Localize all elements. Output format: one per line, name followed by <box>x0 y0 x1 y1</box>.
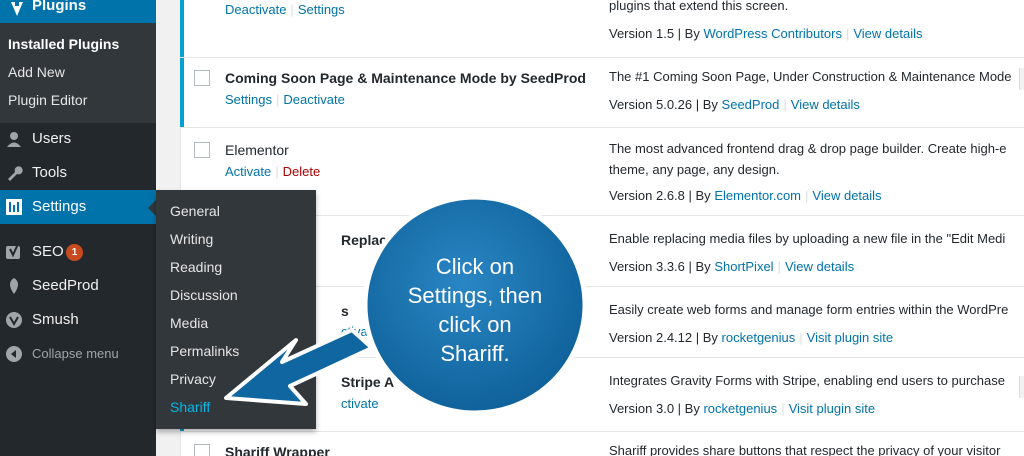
flyout-item-discussion[interactable]: Discussion <box>170 287 238 303</box>
plugin-actions: ctivate <box>341 396 379 411</box>
plugin-meta: Version 2.4.12 | By rocketgenius | Visit p… <box>609 330 894 345</box>
plugin-meta: Version 2.6.8 | By Elementor.com | View de… <box>609 188 882 203</box>
plugin-name: Replace <box>341 232 395 248</box>
plugin-meta: Version 1.5 | By WordPress Contributors |… <box>609 26 923 41</box>
admin-sidebar: Plugins Installed Plugins Add New Plugin… <box>0 0 156 456</box>
view-details-link[interactable]: View details <box>853 26 922 41</box>
author-link[interactable]: ShortPixel <box>714 259 773 274</box>
plugin-name: s <box>341 303 349 319</box>
view-details-link[interactable]: View details <box>785 259 854 274</box>
wrench-icon <box>8 166 23 181</box>
plugin-description: plugins that extend this screen. <box>609 0 789 13</box>
plugins-icon <box>11 2 23 16</box>
collapse-arrow-icon <box>6 346 22 362</box>
plugin-checkbox[interactable] <box>194 444 210 456</box>
settings-link[interactable]: Settings <box>225 92 272 107</box>
menu-smush-label: Smush <box>32 311 79 328</box>
menu-seedprod[interactable]: SeedProd <box>0 269 156 303</box>
plugin-description: Shariff provides share buttons that resp… <box>609 443 1001 456</box>
seedprod-leaf-icon <box>10 278 18 294</box>
plugin-actions: ctivate <box>341 324 379 339</box>
author-link[interactable]: WordPress Contributors <box>703 26 841 41</box>
plugin-row: Deactivate | Settings plugins that extend … <box>180 0 1024 58</box>
menu-settings[interactable]: Settings <box>0 190 156 224</box>
flyout-item-writing[interactable]: Writing <box>170 231 213 247</box>
author-link[interactable]: Elementor.com <box>714 188 801 203</box>
flyout-item-media[interactable]: Media <box>170 315 208 331</box>
yoast-icon <box>6 243 20 259</box>
collapse-menu-button[interactable]: Collapse menu <box>0 337 156 371</box>
delete-link[interactable]: Delete <box>283 164 321 179</box>
menu-settings-label: Settings <box>32 198 87 215</box>
flyout-item-reading[interactable]: Reading <box>170 259 222 275</box>
plugin-description-line2: theme, any page, any design. <box>609 162 780 177</box>
collapse-menu-label: Collapse menu <box>32 346 119 361</box>
menu-users[interactable]: Users <box>0 122 156 156</box>
smush-icon <box>6 312 22 328</box>
settings-link[interactable]: Settings <box>298 2 345 17</box>
plugin-description: Integrates Gravity Forms with Stripe, en… <box>609 373 1005 388</box>
view-details-link[interactable]: View details <box>791 97 860 112</box>
visit-plugin-site-link[interactable]: Visit plugin site <box>807 330 893 345</box>
plugin-description: Enable replacing media files by uploadin… <box>609 231 1006 246</box>
menu-seo[interactable]: SEO 1 <box>0 235 156 269</box>
deactivate-link[interactable]: ctivate <box>341 396 379 411</box>
plugin-row: Coming Soon Page & Maintenance Mode by S… <box>180 58 1024 128</box>
flyout-item-general[interactable]: General <box>170 203 220 219</box>
plugin-meta: Version 3.0 | By rocketgenius | Visit plug… <box>609 401 876 416</box>
author-link[interactable]: rocketgenius <box>703 401 777 416</box>
view-details-link[interactable]: View details <box>812 188 881 203</box>
plugin-name: Coming Soon Page & Maintenance Mode by S… <box>225 70 586 86</box>
menu-smush[interactable]: Smush <box>0 303 156 337</box>
deactivate-link[interactable]: Deactivate <box>225 2 286 17</box>
plugin-description: The #1 Coming Soon Page, Under Construct… <box>609 69 1012 84</box>
plugin-name: Stripe A <box>341 374 395 390</box>
submenu-add-new[interactable]: Add New <box>8 64 65 80</box>
flyout-pointer <box>148 200 156 216</box>
settings-sliders-icon <box>6 199 22 215</box>
menu-plugins[interactable]: Plugins <box>0 0 156 23</box>
menu-plugins-label: Plugins <box>32 0 87 14</box>
menu-seo-label: SEO <box>32 243 64 260</box>
submenu-installed-plugins[interactable]: Installed Plugins <box>8 36 119 52</box>
flyout-item-permalinks[interactable]: Permalinks <box>170 343 239 359</box>
plugin-description: Easily create web forms and manage form … <box>609 302 1009 317</box>
menu-seedprod-label: SeedProd <box>32 277 99 294</box>
plugin-actions: Activate | Delete <box>225 164 321 179</box>
activate-link[interactable]: Activate <box>225 164 271 179</box>
plugin-checkbox[interactable] <box>194 70 210 86</box>
plugin-description: The most advanced frontend drag & drop p… <box>609 141 1007 156</box>
settings-flyout-menu: General Writing Reading Discussion Media… <box>156 190 316 429</box>
plugin-meta: Version 5.0.26 | By SeedProd | View detail… <box>609 97 860 112</box>
flyout-item-privacy[interactable]: Privacy <box>170 371 216 387</box>
menu-tools-label: Tools <box>32 164 68 181</box>
plugin-checkbox[interactable] <box>194 142 210 158</box>
users-icon <box>7 132 21 147</box>
author-link[interactable]: SeedProd <box>722 97 780 112</box>
plugin-name: Shariff Wrapper <box>225 444 330 456</box>
flyout-item-shariff[interactable]: Shariff <box>170 399 210 415</box>
menu-users-label: Users <box>32 130 72 147</box>
plugin-actions: Settings | Deactivate <box>225 92 345 107</box>
seo-notification-badge: 1 <box>66 244 83 261</box>
menu-tools[interactable]: Tools <box>0 156 156 190</box>
author-link[interactable]: rocketgenius <box>722 330 796 345</box>
plugin-row: Shariff Wrapper Shariff provides share b… <box>181 432 1024 456</box>
plugin-actions: Deactivate | Settings <box>225 2 345 17</box>
overflow-indicator <box>1019 376 1024 398</box>
overflow-indicator <box>1019 68 1024 90</box>
plugin-meta: Version 3.3.6 | By ShortPixel | View detai… <box>609 259 855 274</box>
deactivate-link[interactable]: ctivate <box>341 324 379 339</box>
submenu-plugin-editor[interactable]: Plugin Editor <box>8 92 87 108</box>
plugin-name: Elementor <box>225 142 289 158</box>
visit-plugin-site-link[interactable]: Visit plugin site <box>789 401 875 416</box>
deactivate-link[interactable]: Deactivate <box>283 92 344 107</box>
